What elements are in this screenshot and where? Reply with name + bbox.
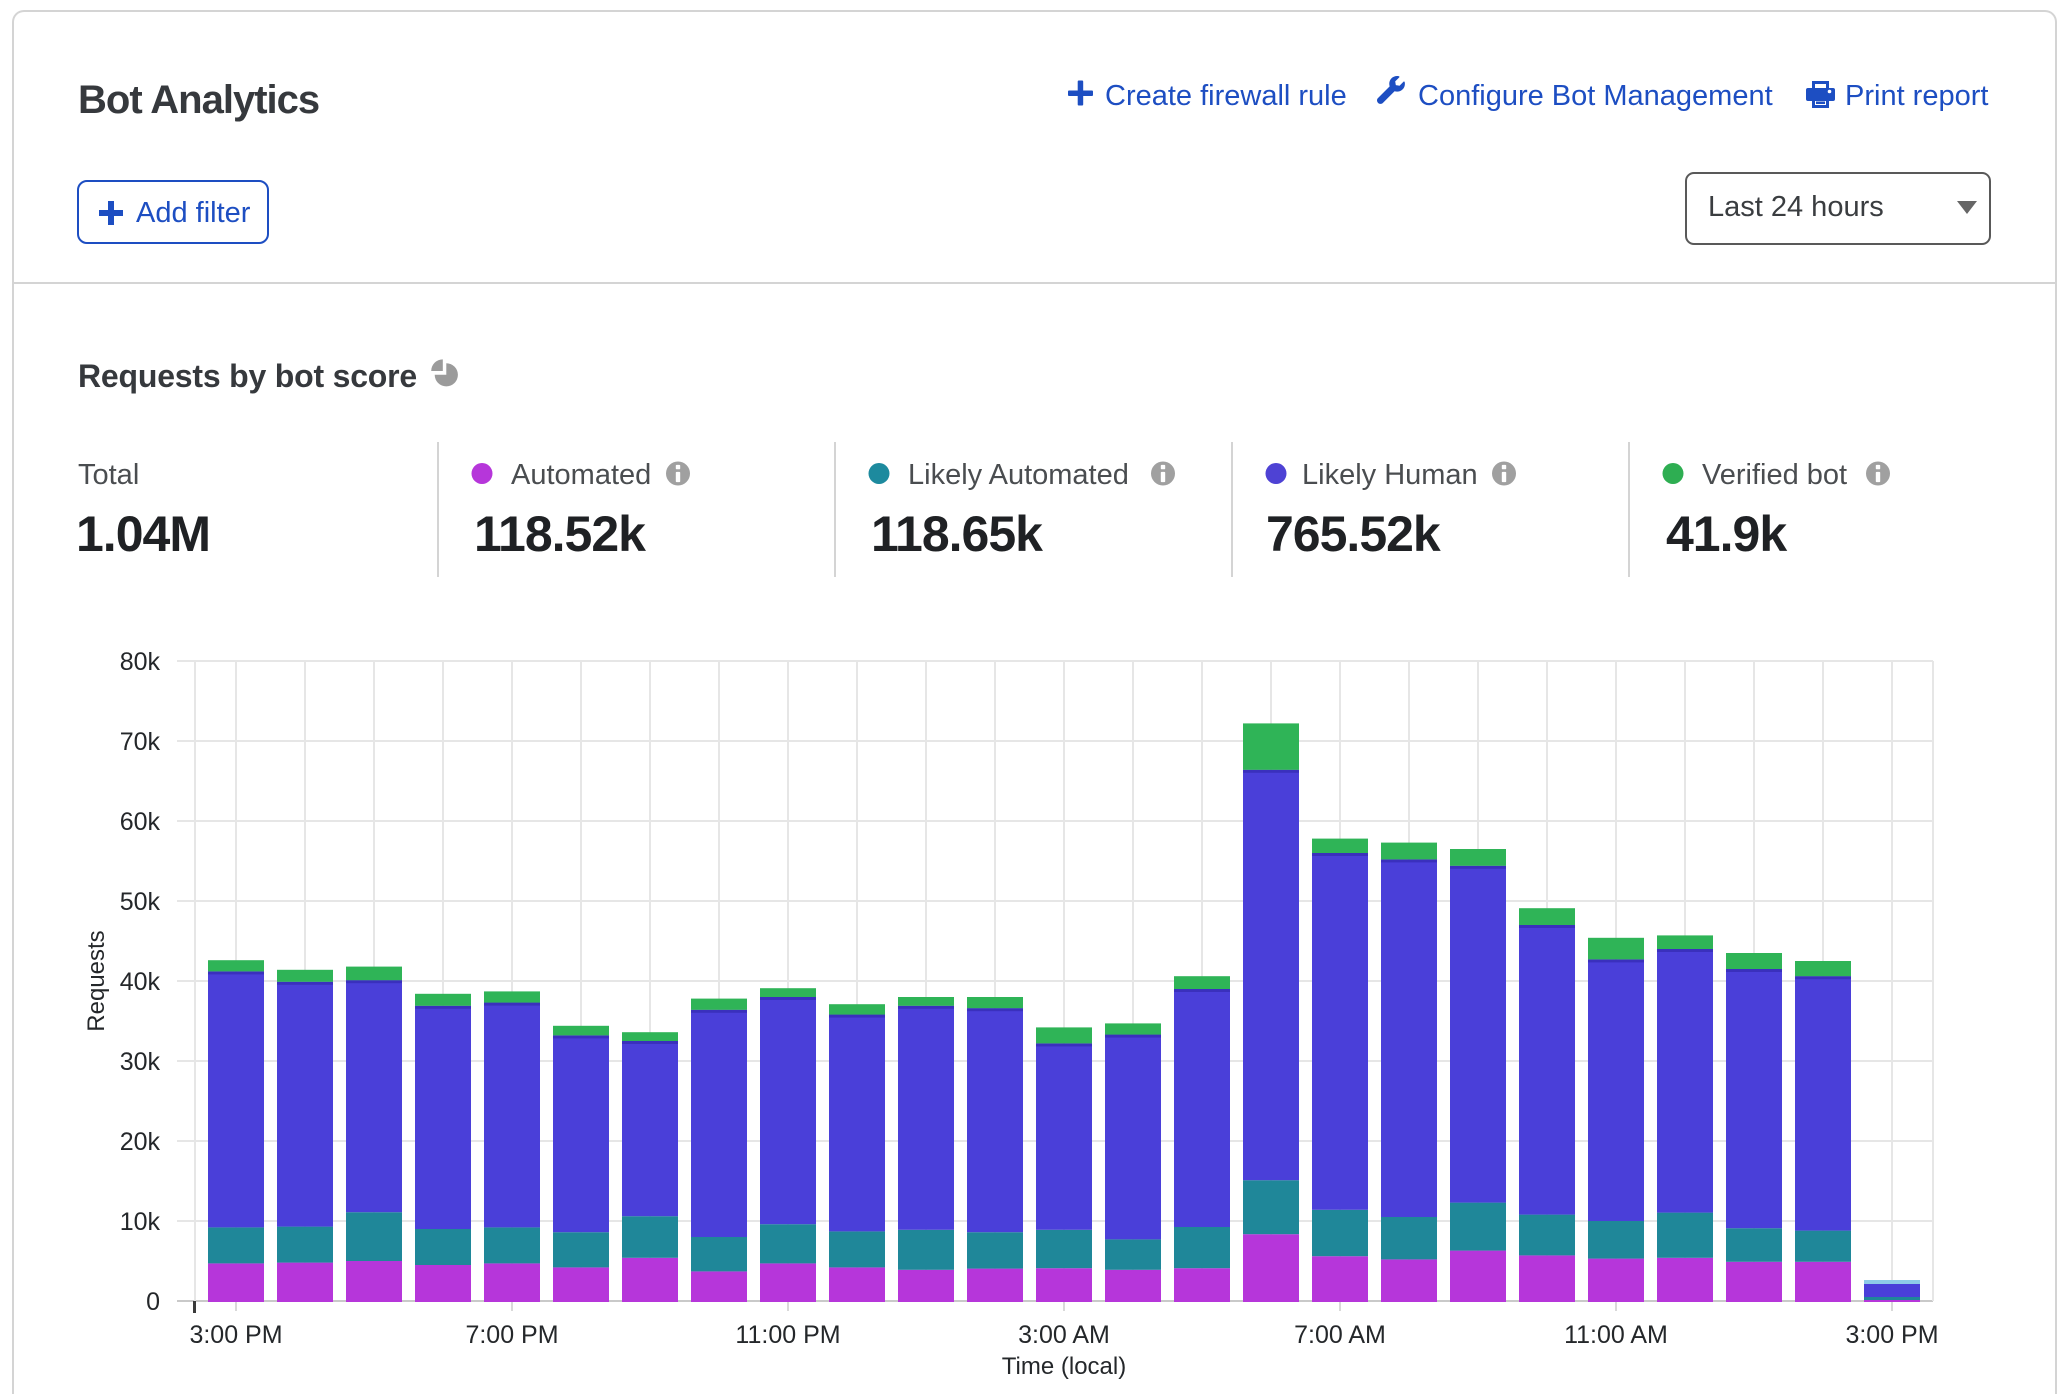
- svg-text:11:00 PM: 11:00 PM: [735, 1321, 840, 1349]
- svg-text:80k: 80k: [120, 648, 161, 676]
- svg-text:Requests: Requests: [83, 930, 110, 1031]
- svg-text:7:00 PM: 7:00 PM: [465, 1321, 558, 1349]
- svg-text:40k: 40k: [120, 968, 161, 996]
- svg-text:3:00 PM: 3:00 PM: [1845, 1321, 1938, 1349]
- svg-text:10k: 10k: [120, 1208, 161, 1236]
- svg-text:3:00 AM: 3:00 AM: [1018, 1321, 1110, 1349]
- svg-text:Time (local): Time (local): [1002, 1353, 1126, 1380]
- svg-text:50k: 50k: [120, 888, 161, 916]
- svg-text:60k: 60k: [120, 808, 161, 836]
- svg-text:11:00 AM: 11:00 AM: [1564, 1321, 1668, 1349]
- svg-text:3:00 PM: 3:00 PM: [189, 1321, 282, 1349]
- svg-text:30k: 30k: [120, 1048, 161, 1076]
- svg-text:7:00 AM: 7:00 AM: [1294, 1321, 1386, 1349]
- svg-text:70k: 70k: [120, 728, 161, 756]
- svg-text:0: 0: [146, 1288, 160, 1316]
- svg-text:20k: 20k: [120, 1128, 161, 1156]
